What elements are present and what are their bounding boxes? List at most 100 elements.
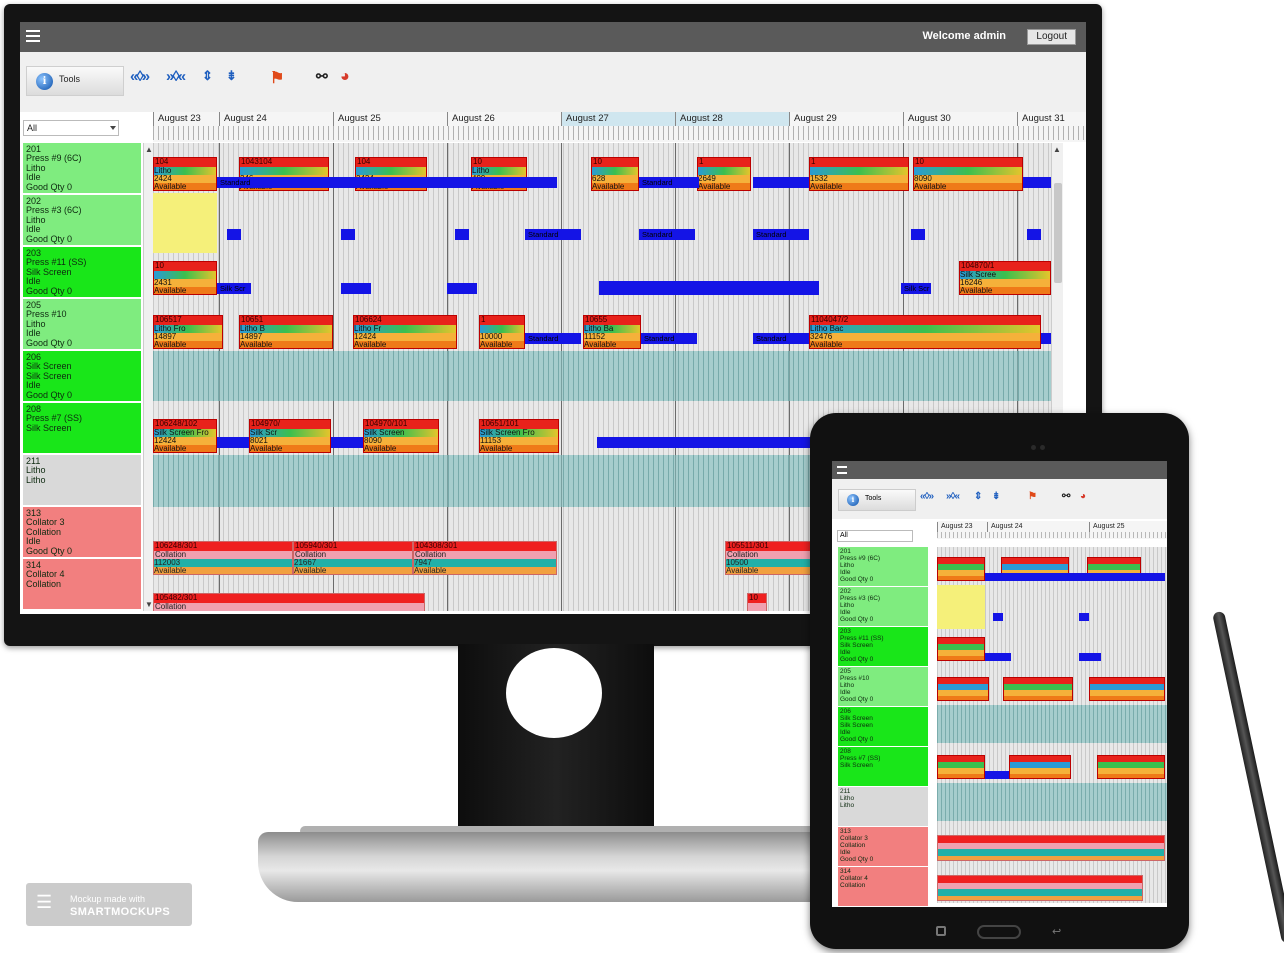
job-bar[interactable] [937,557,985,581]
collation-bar[interactable]: 105940/301 Collation 21667 Available [293,541,413,575]
zoom-in-horizontal-icon[interactable]: »◊« [946,491,960,502]
resource-filter-select[interactable]: All [837,530,913,542]
standard-bar[interactable]: Standard [639,177,699,188]
zoom-out-horizontal-icon[interactable]: «◊» [920,491,934,502]
logout-button[interactable]: Logout [1027,29,1076,45]
zoom-in-vertical-icon[interactable]: ⇟ [992,491,1000,502]
recent-apps-icon[interactable] [936,926,946,936]
standard-bar[interactable] [985,771,1009,779]
zoom-out-horizontal-icon[interactable]: «◊» [130,68,150,90]
resource-row[interactable]: 206 Silk Screen Silk Screen Idle Good Qty 0 [23,351,141,403]
standard-bar[interactable] [341,229,355,240]
resource-row[interactable]: 314 Collator 4 Collation [23,559,141,611]
standard-bar[interactable] [911,229,925,240]
resource-row[interactable]: 205 Press #10 Litho Idle Good Qty 0 [23,299,141,351]
resource-row[interactable]: 205 Press #10 Litho Idle Good Qty 0 [838,667,928,707]
standard-bar[interactable] [447,283,477,294]
tools-button[interactable]: i Tools [26,66,124,96]
schedule-grid[interactable] [937,547,1167,903]
job-bar[interactable]: 1 10000 Available [479,315,525,349]
job-bar[interactable]: 10651/101 Silk Screen Fro 11153 Availabl… [479,419,559,453]
resource-row[interactable]: 211 Litho Litho [838,787,928,827]
standard-bar[interactable] [1023,177,1051,188]
pie-chart-icon[interactable]: ◕ [1080,491,1086,502]
resource-row[interactable]: 202 Press #3 (6C) Litho Idle Good Qty 0 [23,195,141,247]
job-bar[interactable]: 1104047/2 Litho Bac 32476 Available [809,315,1041,349]
standard-bar[interactable] [1041,333,1051,344]
resource-row[interactable]: 203 Press #11 (SS) Silk Screen Idle Good Qty… [838,627,928,667]
standard-bar[interactable] [331,437,363,448]
scroll-up-icon[interactable]: ▲ [1053,145,1061,154]
job-bar[interactable] [1009,755,1071,779]
job-bar[interactable]: 104870/1 Silk Scree 16246 Available [959,261,1051,295]
job-bar[interactable]: 106517 Litho Fro 14897 Available [153,315,223,349]
job-bar[interactable] [1097,755,1165,779]
standard-bar[interactable]: Standard [525,333,581,344]
scroll-up-icon[interactable]: ▲ [145,145,153,154]
binoculars-icon[interactable]: ⚯ [316,68,328,90]
job-bar[interactable]: 1 2649 Available [697,157,751,191]
standard-bar[interactable] [455,229,469,240]
resource-row[interactable]: 201 Press #9 (6C) Litho Idle Good Qty 0 [23,143,141,195]
standard-bar[interactable]: Silk Scr [217,283,251,294]
zoom-in-horizontal-icon[interactable]: »◊« [166,68,186,90]
job-bar[interactable] [937,637,985,661]
standard-bar[interactable] [217,437,249,448]
standard-bar[interactable] [985,573,1165,581]
standard-bar[interactable] [1027,229,1041,240]
job-bar[interactable] [1003,677,1073,701]
job-bar[interactable]: 106248/102 Silk Screen Fro 12424 Availab… [153,419,217,453]
resource-row[interactable]: 203 Press #11 (SS) Silk Screen Idle Good Qty… [23,247,141,299]
standard-bar[interactable] [227,229,241,240]
standard-bar[interactable] [753,177,809,188]
home-button[interactable] [977,925,1021,939]
resource-row[interactable]: 202 Press #3 (6C) Litho Idle Good Qty 0 [838,587,928,627]
zoom-in-vertical-icon[interactable]: ⇟ [226,68,237,90]
standard-bar[interactable]: Standard [753,229,809,240]
collation-bar[interactable] [937,835,1165,861]
standard-bar[interactable]: Standard [641,333,697,344]
scroll-thumb[interactable] [1054,183,1062,283]
tools-button[interactable]: i Tools [838,489,916,511]
job-bar[interactable]: 10651 Litho B 14897 Available [239,315,333,349]
back-icon[interactable]: ↩ [1052,925,1061,938]
standard-bar[interactable] [985,653,1011,661]
resource-row[interactable]: 313 Collator 3 Collation Idle Good Qty 0 [23,507,141,559]
hamburger-menu-icon[interactable] [26,30,40,42]
scroll-down-icon[interactable]: ▼ [145,600,153,609]
standard-bar[interactable] [599,281,819,295]
resource-row[interactable]: 208 Press #7 (SS) Silk Screen [838,747,928,787]
collation-bar[interactable]: 106248/301 Collation 112003 Available [153,541,293,575]
standard-bar[interactable]: Standard [217,177,557,188]
standard-bar[interactable]: Standard [753,333,809,344]
job-bar[interactable]: 1 1532 Available [809,157,909,191]
resource-row[interactable]: 201 Press #9 (6C) Litho Idle Good Qty 0 [838,547,928,587]
job-bar[interactable]: 104 Litho 2424 Available [153,157,217,191]
job-bar[interactable]: 10 2431 Available [153,261,217,295]
resource-row[interactable]: 206 Silk Screen Silk Screen Idle Good Qty 0 [838,707,928,747]
collation-bar[interactable]: 104308/301 Collation 7947 Available [413,541,557,575]
resource-row[interactable]: 313 Collator 3 Collation Idle Good Qty 0 [838,827,928,867]
resource-scrollbar[interactable]: ▲ ▼ [143,143,153,611]
zoom-out-vertical-icon[interactable]: ⇕ [202,68,213,90]
job-bar[interactable]: 10 8090 Available [913,157,1023,191]
resource-row[interactable]: 211 Litho Litho [23,455,141,507]
resource-filter-select[interactable]: All [23,120,119,136]
resource-row[interactable]: 208 Press #7 (SS) Silk Screen [23,403,141,455]
standard-bar[interactable]: Standard [639,229,695,240]
binoculars-icon[interactable]: ⚯ [1062,491,1070,502]
standard-bar[interactable] [993,613,1003,621]
job-bar[interactable]: 104970/101 Silk Screen 8090 Available [363,419,439,453]
resource-row[interactable]: 314 Collator 4 Collation [838,867,928,907]
job-bar[interactable] [937,755,985,779]
job-bar[interactable]: 10 628 Available [591,157,639,191]
pie-chart-icon[interactable]: ◕ [340,68,350,90]
job-bar[interactable] [937,677,989,701]
zoom-out-vertical-icon[interactable]: ⇕ [974,491,982,502]
collation-bar[interactable]: 105482/301 Collation 14257 Available [153,593,425,611]
job-bar[interactable]: 106624 Litho Fr 12424 Available [353,315,457,349]
hamburger-menu-icon[interactable] [837,466,847,474]
job-bar[interactable] [1089,677,1165,701]
standard-bar[interactable] [1079,653,1101,661]
collation-bar[interactable] [937,875,1143,901]
